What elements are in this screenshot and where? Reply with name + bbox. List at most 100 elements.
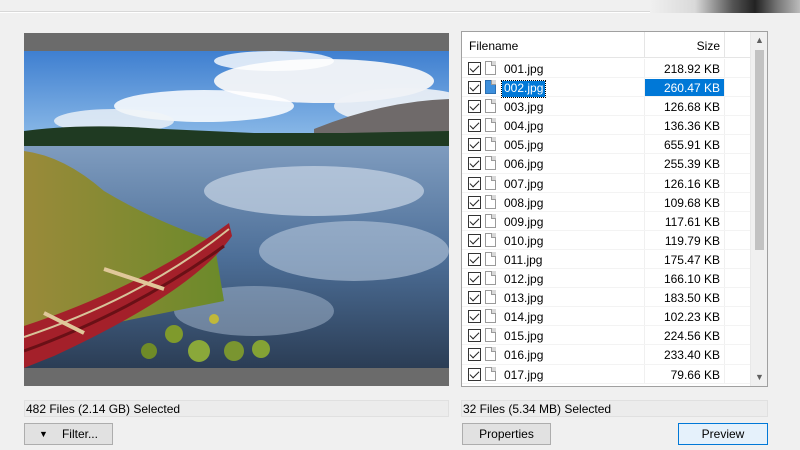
file-name: 001.jpg bbox=[504, 62, 544, 76]
list-status-bar: 32 Files (5.34 MB) Selected bbox=[461, 400, 768, 417]
column-divider[interactable] bbox=[724, 32, 725, 58]
file-row[interactable]: 001.jpg 218.92 KB bbox=[462, 59, 750, 79]
file-name: 005.jpg bbox=[504, 138, 544, 153]
file-name: 014.jpg bbox=[504, 310, 544, 325]
row-checkbox[interactable] bbox=[468, 214, 481, 228]
row-checkbox[interactable] bbox=[468, 329, 481, 343]
file-icon bbox=[485, 118, 496, 133]
file-name: 002.jpg bbox=[500, 80, 547, 99]
file-name: 011.jpg bbox=[504, 252, 543, 267]
file-name: 010.jpg bbox=[504, 233, 544, 248]
file-size: 655.91 KB bbox=[663, 138, 720, 153]
file-rows: 001.jpg 218.92 KB 002.jpg 260.47 KB 003.jpg 1… bbox=[462, 59, 750, 384]
file-row[interactable]: 013.jpg 183.50 KB bbox=[462, 288, 750, 308]
file-row[interactable]: 014.jpg 102.23 KB bbox=[462, 307, 750, 327]
file-name: 016.jpg bbox=[504, 348, 544, 363]
file-size: 260.47 KB bbox=[663, 81, 720, 96]
row-checkbox[interactable] bbox=[468, 310, 481, 324]
file-name: 015.jpg bbox=[504, 329, 544, 344]
file-row[interactable]: 011.jpg 175.47 KB bbox=[462, 249, 750, 270]
file-row[interactable]: 008.jpg 109.68 KB bbox=[462, 192, 750, 212]
file-name: 008.jpg bbox=[504, 195, 544, 210]
row-checkbox[interactable] bbox=[468, 176, 481, 190]
file-icon bbox=[485, 61, 496, 75]
file-icon bbox=[485, 251, 496, 266]
scrollbar-thumb[interactable] bbox=[755, 50, 764, 250]
file-row[interactable]: 010.jpg 119.79 KB bbox=[462, 230, 750, 250]
file-name: 003.jpg bbox=[504, 100, 544, 115]
properties-button-label: Properties bbox=[479, 427, 534, 441]
file-size: 166.10 KB bbox=[663, 272, 720, 287]
file-size: 102.23 KB bbox=[663, 310, 720, 325]
row-checkbox[interactable] bbox=[468, 195, 481, 209]
preview-image-lake-canoe bbox=[24, 51, 449, 368]
triangle-down-icon: ▼ bbox=[39, 429, 48, 439]
file-row[interactable]: 002.jpg 260.47 KB bbox=[462, 78, 750, 99]
file-name: 013.jpg bbox=[504, 291, 544, 306]
file-size: 119.79 KB bbox=[664, 233, 720, 248]
list-status-text: 32 Files (5.34 MB) Selected bbox=[463, 402, 612, 416]
file-row[interactable]: 016.jpg 233.40 KB bbox=[462, 345, 750, 365]
file-size: 255.39 KB bbox=[663, 157, 720, 172]
file-row[interactable]: 003.jpg 126.68 KB bbox=[462, 97, 750, 117]
preview-button-label: Preview bbox=[701, 427, 745, 441]
row-checkbox[interactable] bbox=[468, 272, 481, 286]
file-row[interactable]: 004.jpg 136.36 KB bbox=[462, 116, 750, 136]
file-size: 126.68 KB bbox=[663, 100, 720, 115]
row-checkbox[interactable] bbox=[468, 367, 481, 381]
file-size: 109.68 KB bbox=[663, 195, 720, 210]
preview-button[interactable]: Preview bbox=[678, 423, 768, 445]
file-icon bbox=[485, 99, 496, 114]
file-name: 017.jpg bbox=[504, 367, 544, 382]
file-row[interactable]: 009.jpg 117.61 KB bbox=[462, 211, 750, 231]
file-row[interactable]: 007.jpg 126.16 KB bbox=[462, 173, 750, 193]
file-icon bbox=[485, 328, 496, 343]
file-icon bbox=[485, 213, 496, 228]
image-preview-panel bbox=[24, 33, 449, 386]
file-row[interactable]: 015.jpg 224.56 KB bbox=[462, 326, 750, 346]
row-checkbox[interactable] bbox=[468, 138, 481, 152]
row-checkbox[interactable] bbox=[468, 348, 481, 362]
file-icon bbox=[485, 175, 496, 190]
scroll-up-arrow-icon[interactable]: ▲ bbox=[751, 32, 767, 49]
file-icon bbox=[485, 366, 496, 381]
file-icon bbox=[485, 290, 496, 305]
scroll-down-arrow-icon[interactable]: ▼ bbox=[751, 369, 767, 386]
properties-button[interactable]: Properties bbox=[462, 423, 551, 445]
vertical-scrollbar[interactable]: ▲ ▼ bbox=[750, 32, 767, 386]
file-name: 006.jpg bbox=[504, 157, 544, 172]
file-size: 175.47 KB bbox=[663, 252, 720, 267]
file-icon bbox=[485, 156, 496, 171]
preview-status-text: 482 Files (2.14 GB) Selected bbox=[26, 402, 181, 416]
file-size: 117.61 KB bbox=[664, 214, 720, 229]
file-row[interactable]: 012.jpg 166.10 KB bbox=[462, 269, 750, 289]
file-size: 183.50 KB bbox=[663, 291, 720, 306]
file-icon bbox=[485, 309, 496, 324]
file-row[interactable]: 005.jpg 655.91 KB bbox=[462, 135, 750, 155]
filter-button[interactable]: ▼ Filter... bbox=[24, 423, 113, 445]
file-list[interactable]: Filename Size 001.jpg 218.92 KB 002.jpg 260… bbox=[461, 31, 768, 387]
file-size: 136.36 KB bbox=[663, 119, 720, 134]
row-checkbox[interactable] bbox=[468, 62, 481, 75]
row-checkbox[interactable] bbox=[468, 81, 481, 95]
list-header: Filename Size bbox=[462, 32, 750, 58]
file-name: 012.jpg bbox=[504, 272, 544, 287]
file-name: 007.jpg bbox=[504, 176, 544, 191]
row-checkbox[interactable] bbox=[468, 157, 481, 171]
file-size: 79.66 KB bbox=[670, 367, 720, 382]
file-size: 233.40 KB bbox=[663, 348, 720, 363]
row-checkbox[interactable] bbox=[468, 100, 481, 114]
file-icon bbox=[485, 232, 496, 247]
row-checkbox[interactable] bbox=[468, 119, 481, 133]
row-checkbox[interactable] bbox=[468, 291, 481, 305]
file-icon bbox=[485, 347, 496, 362]
row-checkbox[interactable] bbox=[468, 252, 481, 266]
column-header-size[interactable]: Size bbox=[644, 39, 720, 53]
header-graphic bbox=[650, 0, 800, 14]
file-row[interactable]: 006.jpg 255.39 KB bbox=[462, 154, 750, 174]
row-checkbox[interactable] bbox=[468, 233, 481, 247]
file-size: 126.16 KB bbox=[663, 176, 720, 191]
file-name: 009.jpg bbox=[504, 214, 544, 229]
file-row[interactable]: 017.jpg 79.66 KB bbox=[462, 364, 750, 384]
column-header-filename[interactable]: Filename bbox=[469, 39, 518, 53]
